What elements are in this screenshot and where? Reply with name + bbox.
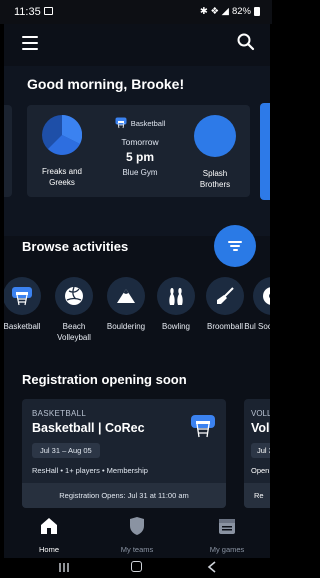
game-details: Basketball Tomorrow 5 pm Blue Gym: [99, 117, 181, 177]
activity-label: Beach Volleyball: [57, 322, 91, 342]
game-day: Tomorrow: [121, 137, 159, 147]
system-navigation-bar: [0, 558, 272, 578]
activity-beach-volleyball[interactable]: Beach Volleyball: [46, 277, 102, 343]
card-meta: Open: [251, 466, 270, 475]
card-meta: ResHall • 1+ players • Membership: [32, 466, 148, 475]
activity-label: Bowling: [161, 322, 190, 331]
basketball-hoop-icon: [191, 415, 215, 438]
back-icon[interactable]: [207, 561, 217, 573]
bowling-pins-icon: [157, 277, 195, 315]
game-venue: Blue Gym: [122, 168, 158, 177]
registration-title: Registration opening soon: [22, 372, 187, 387]
ball-icon: [253, 277, 270, 315]
activity-bowling[interactable]: Bowling: [148, 277, 204, 332]
registration-card[interactable]: BASKETBALL Basketball | CoRec Jul 31 – A…: [22, 399, 226, 508]
shield-icon: [130, 517, 144, 535]
card-league-name: Basketball | CoRec: [32, 421, 145, 435]
game-time: 5 pm: [125, 150, 154, 164]
search-icon[interactable]: [236, 32, 256, 52]
activity-bul-soc[interactable]: Bul Soc: [244, 277, 270, 332]
basketball-hoop-icon: [4, 277, 41, 315]
card-registration-open: Registration Opens: Jul 31 at 11:00 am: [22, 483, 226, 508]
recent-apps-icon[interactable]: [58, 562, 70, 573]
hamburger-menu-icon[interactable]: [22, 36, 38, 50]
filter-button[interactable]: [214, 225, 256, 267]
status-icons: ✱ ❖ ◢: [199, 6, 229, 17]
photo-notification-icon: [44, 7, 53, 15]
filter-icon: [228, 239, 242, 253]
card-sport: VOLL: [251, 409, 270, 418]
game-sport: Basketball: [99, 117, 181, 129]
circle-avatar-icon: [194, 115, 236, 157]
status-time: 11:35: [14, 6, 41, 18]
app-screen: Good morning, Brooke! Freaks and Greeks: [4, 24, 270, 558]
registration-card[interactable]: VOLL Voll Jul 3 Open Re: [244, 399, 270, 508]
card-dates: Jul 31 – Aug 05: [32, 443, 100, 458]
nav-label: My teams: [120, 545, 154, 554]
card-league-name: Voll: [251, 421, 270, 435]
nav-my-teams[interactable]: My teams: [102, 516, 172, 554]
pie-chart-icon: [42, 114, 83, 155]
activity-label: Bouldering: [106, 322, 146, 331]
activity-basketball[interactable]: Basketball: [4, 277, 50, 332]
greeting-title: Good morning, Brooke!: [27, 76, 185, 92]
battery-percent: 82%: [231, 6, 251, 17]
previous-game-card[interactable]: [4, 105, 12, 197]
nav-label: Home: [38, 545, 59, 554]
greeting-section: Good morning, Brooke! Freaks and Greeks: [4, 66, 270, 236]
basketball-hoop-icon: [115, 117, 127, 129]
left-team-name: Freaks and Greeks: [41, 167, 83, 187]
right-team-name: Splash Brothers: [199, 169, 231, 189]
card-registration-open: Re: [244, 483, 270, 508]
status-bar: 11:35 ✱ ❖ ◢ 82%: [0, 0, 272, 24]
home-icon: [41, 518, 57, 534]
card-sport: BASKETBALL: [32, 409, 87, 418]
nav-my-games[interactable]: My games: [192, 516, 262, 554]
game-sport-label: Basketball: [130, 118, 166, 128]
activity-bouldering[interactable]: Bouldering: [98, 277, 154, 332]
mountain-icon: [107, 277, 145, 315]
home-button-icon[interactable]: [131, 561, 142, 572]
card-dates: Jul 3: [251, 443, 270, 458]
top-bar: [4, 24, 270, 66]
volleyball-icon: [55, 277, 93, 315]
broom-icon: [206, 277, 244, 315]
calendar-icon: [219, 519, 235, 534]
upcoming-game-card[interactable]: Freaks and Greeks Basketball Tomorrow 5 …: [27, 105, 250, 197]
right-team: Splash Brothers: [187, 115, 243, 190]
status-indicators: ✱ ❖ ◢ 82%: [200, 6, 260, 17]
next-game-card[interactable]: [260, 103, 270, 200]
bottom-navigation: Home My teams My games: [4, 508, 270, 558]
browse-activities-title: Browse activities: [22, 239, 129, 254]
battery-icon: [254, 7, 260, 16]
nav-home[interactable]: Home: [14, 516, 84, 554]
activities-carousel: Basketball Beach Volleyball Bouldering B…: [4, 277, 270, 357]
nav-label: My games: [209, 545, 245, 554]
activity-label: Bul Soc: [244, 322, 270, 331]
activity-label: Basketball: [4, 322, 41, 331]
left-team: Freaks and Greeks: [37, 114, 87, 188]
